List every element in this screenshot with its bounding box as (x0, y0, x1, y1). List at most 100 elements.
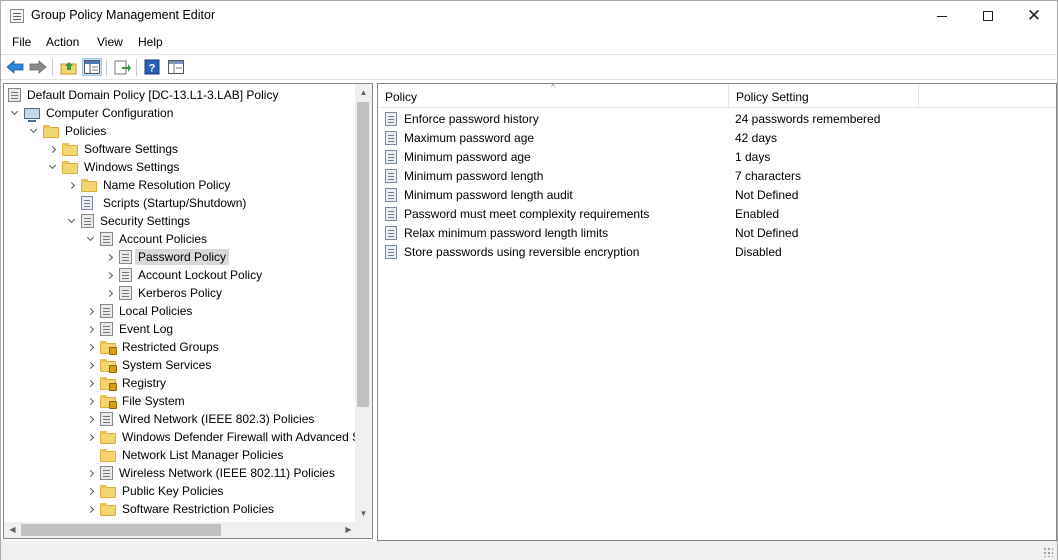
collapse-chevron-icon[interactable] (8, 107, 20, 119)
expand-chevron-icon[interactable] (84, 377, 96, 389)
expand-chevron-icon[interactable] (84, 485, 96, 497)
column-header-policy-setting[interactable]: Policy Setting (729, 84, 919, 108)
folder-icon (100, 448, 116, 462)
policy-name: Minimum password age (404, 149, 531, 164)
tree-node[interactable]: Windows Defender Firewall with Advanced … (84, 428, 363, 446)
expand-chevron-icon[interactable] (84, 305, 96, 317)
menu-help[interactable]: Help (138, 35, 163, 49)
expand-chevron-icon[interactable] (46, 143, 58, 155)
collapse-chevron-icon[interactable] (27, 125, 39, 137)
policy-row[interactable]: Relax minimum password length limits Not … (378, 223, 1056, 242)
help-button[interactable]: ? (142, 58, 162, 76)
policy-row[interactable]: Store passwords using reversible encrypt… (378, 242, 1056, 261)
tree-node[interactable]: Account Lockout Policy (103, 266, 265, 284)
expand-chevron-icon[interactable] (84, 467, 96, 479)
scroll-up-icon[interactable]: ▲ (355, 84, 372, 101)
policy-row[interactable]: Minimum password length 7 characters (378, 166, 1056, 185)
expand-chevron-icon[interactable] (103, 269, 115, 281)
resize-grip-icon[interactable] (1043, 547, 1053, 557)
tree-node[interactable]: Security Settings (65, 212, 193, 230)
tree-node[interactable]: Registry (84, 374, 169, 392)
scroll-down-icon[interactable]: ▼ (355, 505, 372, 522)
tree-node-label: Wireless Network (IEEE 802.11) Policies (119, 466, 335, 480)
gpo-icon (119, 286, 132, 300)
expand-chevron-icon[interactable] (84, 431, 96, 443)
up-level-button[interactable] (58, 58, 78, 76)
tree-scroll-thumb[interactable] (357, 102, 369, 407)
expand-chevron-icon[interactable] (84, 359, 96, 371)
tree-node[interactable]: Restricted Groups (84, 338, 222, 356)
expand-chevron-icon[interactable] (103, 287, 115, 299)
expand-chevron-icon[interactable] (84, 413, 96, 425)
expand-chevron-icon[interactable] (84, 323, 96, 335)
tree-node[interactable]: Public Key Policies (84, 482, 226, 500)
expand-chevron-icon[interactable] (84, 503, 96, 515)
expand-chevron-icon[interactable] (65, 179, 77, 191)
tree-node[interactable]: Scripts (Startup/Shutdown) (65, 194, 249, 212)
collapse-chevron-icon[interactable] (65, 215, 77, 227)
folder-icon (43, 124, 59, 138)
policy-setting-icon (385, 111, 397, 126)
console-tree-pane[interactable]: Default Domain Policy [DC-13.L1-3.LAB] P… (3, 83, 373, 523)
expand-chevron-icon[interactable] (84, 341, 96, 353)
tree-node[interactable]: Password Policy (103, 248, 230, 266)
policy-setting-icon (385, 168, 397, 183)
properties-button[interactable] (166, 58, 186, 76)
tree-node[interactable]: Software Restriction Policies (84, 500, 277, 518)
tree-node[interactable]: Kerberos Policy (103, 284, 225, 302)
tree-node[interactable]: File System (84, 392, 188, 410)
collapse-chevron-icon[interactable] (84, 233, 96, 245)
menu-view[interactable]: View (97, 35, 123, 49)
policy-row[interactable]: Minimum password age 1 days (378, 147, 1056, 166)
policy-row[interactable]: Password must meet complexity requiremen… (378, 204, 1056, 223)
policy-setting-icon (385, 206, 397, 221)
policy-setting-value: Enabled (735, 206, 780, 221)
tree-node-label: Wired Network (IEEE 802.3) Policies (119, 412, 315, 426)
scroll-right-icon[interactable]: ▶ (340, 522, 357, 537)
title-bar[interactable]: Group Policy Management Editor ✕ (1, 1, 1057, 31)
policy-row[interactable]: Minimum password length audit Not Defined (378, 185, 1056, 204)
tree-horizontal-scrollbar[interactable]: ◀ ▶ (3, 522, 373, 539)
maximize-button[interactable] (965, 1, 1011, 31)
tree-vertical-scrollbar[interactable]: ▲ ▼ (355, 84, 372, 522)
tree-node[interactable]: Computer Configuration (8, 104, 176, 122)
policy-row[interactable]: Enforce password history 24 passwords rem… (378, 109, 1056, 128)
forward-button[interactable] (28, 58, 48, 76)
policy-cell: Minimum password length (385, 168, 543, 183)
menu-action[interactable]: Action (46, 35, 79, 49)
tree-node[interactable]: Local Policies (84, 302, 195, 320)
tree-root-gpo[interactable]: Default Domain Policy [DC-13.L1-3.LAB] P… (8, 86, 281, 104)
menu-file[interactable]: File (12, 35, 31, 49)
tree-node[interactable]: Wired Network (IEEE 802.3) Policies (84, 410, 317, 428)
close-button[interactable]: ✕ (1011, 1, 1057, 31)
policy-cell: Minimum password length audit (385, 187, 573, 202)
collapse-chevron-icon[interactable] (46, 161, 58, 173)
tree-node[interactable]: Software Settings (46, 140, 181, 158)
scroll-left-icon[interactable]: ◀ (4, 522, 21, 537)
export-list-button[interactable] (112, 58, 132, 76)
tree-hscroll-thumb[interactable] (21, 524, 221, 536)
show-hide-tree-button[interactable] (82, 58, 102, 76)
column-header-policy[interactable]: Policy ^ (378, 84, 729, 108)
expand-chevron-icon[interactable] (84, 395, 96, 407)
tree-node[interactable]: System Services (84, 356, 214, 374)
tree-node-label: Software Restriction Policies (122, 502, 275, 516)
tree-node[interactable]: Windows Settings (46, 158, 182, 176)
tree-node[interactable]: Account Policies (84, 230, 210, 248)
expand-chevron-icon[interactable] (103, 251, 115, 263)
gpo-icon (100, 466, 113, 480)
details-pane[interactable]: Policy ^ Policy Setting Enforce password… (377, 83, 1057, 541)
tree-node[interactable]: Policies (27, 122, 109, 140)
tree-node-label: Windows Settings (84, 160, 180, 174)
policy-setting-value: Not Defined (735, 187, 799, 202)
tree-node[interactable]: Network List Manager Policies (84, 446, 286, 464)
back-button[interactable] (5, 58, 25, 76)
policy-row[interactable]: Maximum password age 42 days (378, 128, 1056, 147)
tree-node[interactable]: Event Log (84, 320, 176, 338)
tree-node[interactable]: Name Resolution Policy (65, 176, 233, 194)
tree-node[interactable]: Wireless Network (IEEE 802.11) Policies (84, 464, 338, 482)
app-window: Group Policy Management Editor ✕ File Ac… (0, 0, 1058, 560)
tree-node-label: Password Policy (135, 249, 230, 265)
tree-node-label: Security Settings (100, 214, 191, 228)
minimize-button[interactable] (919, 1, 965, 31)
